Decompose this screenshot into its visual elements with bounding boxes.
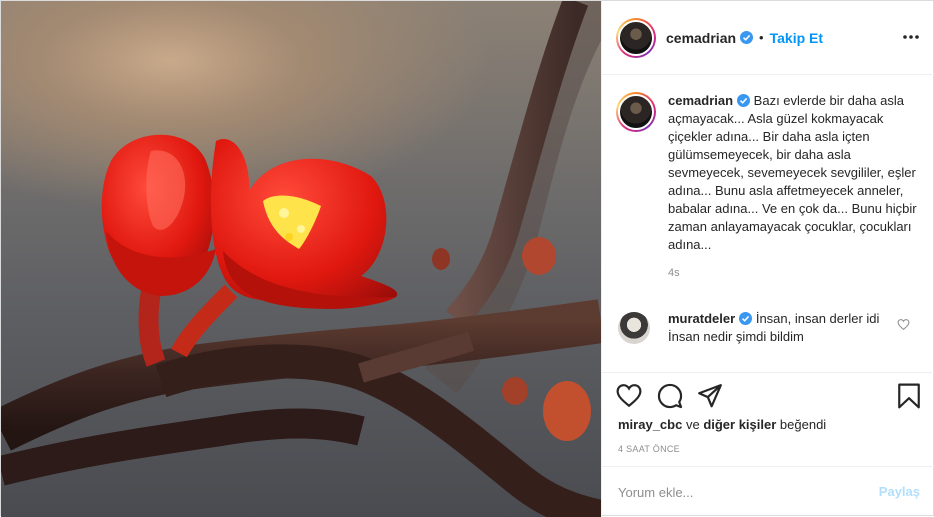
comment-icon[interactable] xyxy=(657,383,683,409)
commenter-username[interactable]: muratdeler xyxy=(668,311,735,326)
author-username[interactable]: cemadrian xyxy=(666,30,736,46)
heart-small-icon[interactable] xyxy=(897,318,910,331)
commenter-avatar[interactable] xyxy=(618,312,650,344)
comment-body: muratdeler İnsan, insan derler idi İnsan… xyxy=(668,310,898,346)
instagram-post: cemadrian • Takip Et cemadrian Bazı evle… xyxy=(0,0,934,517)
add-comment-bar: Paylaş xyxy=(602,466,934,517)
bookmark-icon[interactable] xyxy=(896,383,922,409)
comment-input[interactable] xyxy=(618,481,858,503)
share-icon[interactable] xyxy=(697,383,723,409)
post-header: cemadrian • Takip Et xyxy=(602,1,934,75)
verified-icon xyxy=(737,94,751,107)
follow-button[interactable]: Takip Et xyxy=(770,30,823,46)
caption-username[interactable]: cemadrian xyxy=(668,93,733,108)
action-section: miray_cbc ve diğer kişiler beğendi 4 SAA… xyxy=(602,372,934,466)
comment-text-line1: İnsan, insan derler idi xyxy=(755,311,880,326)
author-avatar[interactable] xyxy=(618,19,654,56)
story-ring[interactable] xyxy=(616,17,656,58)
comments-area[interactable]: cemadrian Bazı evlerde bir daha asla açm… xyxy=(602,76,934,372)
caption-body: cemadrian Bazı evlerde bir daha asla açm… xyxy=(668,92,922,282)
post-timestamp[interactable]: 4 SAAT ÖNCE xyxy=(618,444,680,454)
header-separator: • xyxy=(759,30,764,45)
comment-item: muratdeler İnsan, insan derler idi İnsan… xyxy=(618,310,924,346)
liker-username[interactable]: miray_cbc xyxy=(618,417,682,432)
caption-avatar[interactable] xyxy=(618,94,654,130)
post-sidebar: cemadrian • Takip Et cemadrian Bazı evle… xyxy=(601,1,934,517)
verified-icon xyxy=(739,312,753,325)
likes-suffix: beğendi xyxy=(779,417,827,432)
caption-text: Bazı evlerde bir daha asla açmayacak... … xyxy=(668,93,917,252)
other-likers-link[interactable]: diğer kişiler xyxy=(703,417,776,432)
verified-icon xyxy=(740,31,754,44)
post-comment-button[interactable]: Paylaş xyxy=(879,484,920,499)
flower-illustration xyxy=(1,1,601,517)
action-bar xyxy=(616,383,922,411)
caption-story-ring[interactable] xyxy=(616,92,656,132)
post-photo[interactable] xyxy=(1,1,601,517)
more-icon[interactable] xyxy=(902,29,920,45)
caption: cemadrian Bazı evlerde bir daha asla açm… xyxy=(616,92,922,282)
caption-time[interactable]: 4s xyxy=(668,264,922,282)
heart-icon[interactable] xyxy=(616,383,642,409)
likes-connector: ve xyxy=(685,417,700,432)
comment-text-line2: İnsan nedir şimdi bildim xyxy=(668,329,804,344)
likes-summary: miray_cbc ve diğer kişiler beğendi xyxy=(618,417,826,432)
